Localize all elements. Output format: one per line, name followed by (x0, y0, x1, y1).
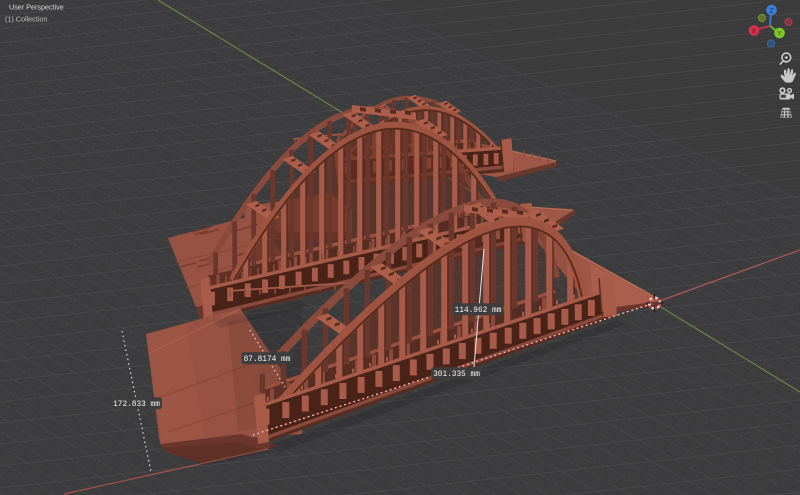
svg-text:301.335 mm: 301.335 mm (433, 371, 480, 379)
svg-text:172.833 mm: 172.833 mm (113, 401, 160, 409)
svg-text:(1) Collection: (1) Collection (5, 15, 47, 24)
svg-text:X: X (752, 28, 757, 35)
svg-text:87.8174 mm: 87.8174 mm (244, 356, 291, 364)
svg-text:114.962 mm: 114.962 mm (455, 307, 502, 315)
svg-text:Z: Z (769, 7, 773, 14)
svg-text:Y: Y (777, 30, 782, 37)
svg-text:User Perspective: User Perspective (9, 3, 64, 12)
